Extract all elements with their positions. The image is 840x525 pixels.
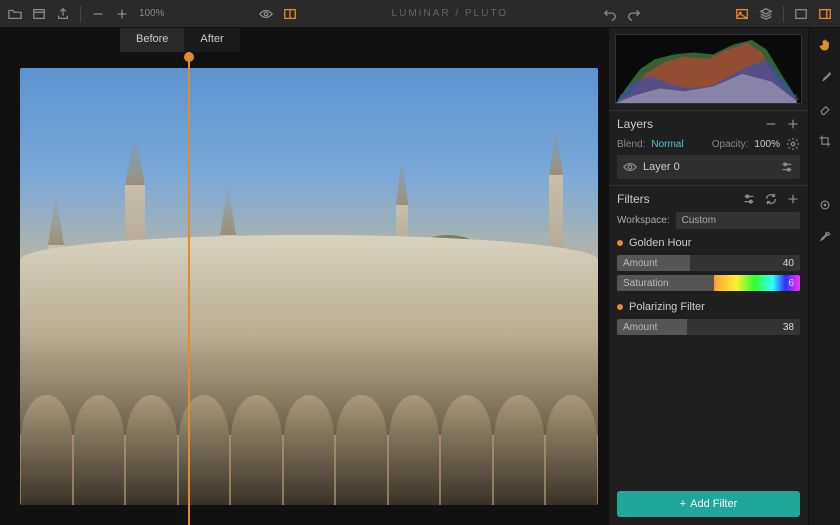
layer-settings-icon[interactable] [786, 137, 800, 151]
side-panel-icon[interactable] [818, 7, 832, 21]
filters-preset-icon[interactable] [742, 192, 756, 206]
add-filter-label: Add Filter [690, 498, 737, 510]
compare-icon[interactable] [283, 7, 297, 21]
compare-slider[interactable] [188, 52, 190, 525]
workspace-label: Workspace: [617, 215, 670, 226]
filters-panel: Filters Workspace: Custom Golden Hour [609, 185, 808, 483]
slider-amount[interactable]: Amount 40 [617, 255, 800, 271]
slider-value: 38 [783, 322, 800, 333]
blend-label: Blend: [617, 139, 645, 150]
preview-eye-icon[interactable] [259, 7, 273, 21]
add-filter-button[interactable]: + Add Filter [617, 491, 800, 517]
share-icon[interactable] [56, 7, 70, 21]
slider-label: Amount [617, 322, 657, 333]
filter-enabled-dot-icon[interactable] [617, 304, 623, 310]
visibility-eye-icon[interactable] [623, 160, 637, 174]
histogram[interactable]: △ △ [615, 34, 802, 104]
app-title: LUMINAR / PLUTO [392, 8, 509, 19]
slider-amount[interactable]: Amount 38 [617, 319, 800, 335]
single-view-icon[interactable] [794, 7, 808, 21]
zoom-out-icon[interactable] [91, 7, 105, 21]
filters-refresh-icon[interactable] [764, 192, 778, 206]
plus-icon: + [680, 498, 686, 510]
layer-name: Layer 0 [643, 161, 774, 173]
filter-block-golden-hour: Golden Hour Amount 40 Saturation 6 [617, 237, 800, 291]
slider-value: 6 [788, 278, 800, 289]
mask-tool-icon[interactable] [816, 164, 834, 182]
main-area: Before After [0, 28, 840, 525]
hand-tool-icon[interactable] [816, 36, 834, 54]
recent-icon[interactable] [32, 7, 46, 21]
slider-label: Amount [617, 258, 657, 269]
filter-header[interactable]: Polarizing Filter [617, 301, 800, 313]
filter-header[interactable]: Golden Hour [617, 237, 800, 249]
crop-tool-icon[interactable] [816, 132, 834, 150]
layers-title: Layers [617, 117, 653, 131]
filter-block-polarizing: Polarizing Filter Amount 38 [617, 301, 800, 335]
undo-icon[interactable] [603, 7, 617, 21]
layers-panel: Layers Blend: Normal Opacity: 100% Layer… [609, 110, 808, 185]
right-panel: △ △ Layers Blend: Normal Opacity: 100% L… [608, 28, 808, 525]
before-tab[interactable]: Before [120, 28, 184, 52]
redo-icon[interactable] [627, 7, 641, 21]
open-folder-icon[interactable] [8, 7, 22, 21]
filter-name: Golden Hour [629, 237, 691, 249]
eyedropper-tool-icon[interactable] [816, 228, 834, 246]
tool-sidebar [808, 28, 840, 525]
slider-label: Saturation [617, 278, 669, 289]
slider-saturation[interactable]: Saturation 6 [617, 275, 800, 291]
blend-mode[interactable]: Normal [651, 139, 683, 150]
layers-menu-icon[interactable] [764, 117, 778, 131]
brush-tool-icon[interactable] [816, 68, 834, 86]
filter-enabled-dot-icon[interactable] [617, 240, 623, 246]
clone-tool-icon[interactable] [816, 196, 834, 214]
zoom-in-icon[interactable] [115, 7, 129, 21]
highlight-clip-icon[interactable]: △ [793, 92, 799, 101]
add-filter-plus-icon[interactable] [786, 192, 800, 206]
layer-adjust-icon[interactable] [780, 160, 794, 174]
opacity-label: Opacity: [712, 139, 749, 150]
layers-mode-icon[interactable] [759, 7, 773, 21]
slider-value: 40 [783, 258, 800, 269]
photo-preview [20, 68, 598, 505]
add-layer-icon[interactable] [786, 117, 800, 131]
filter-name: Polarizing Filter [629, 301, 705, 313]
filters-title: Filters [617, 192, 650, 206]
zoom-level[interactable]: 100% [139, 8, 165, 19]
top-toolbar: 100% LUMINAR / PLUTO [0, 0, 840, 28]
canvas[interactable]: Before After [0, 28, 608, 525]
opacity-value[interactable]: 100% [754, 139, 780, 150]
image-mode-icon[interactable] [735, 7, 749, 21]
workspace-select[interactable]: Custom [676, 212, 800, 229]
compare-tabs: Before After [120, 28, 240, 52]
layer-item[interactable]: Layer 0 [617, 155, 800, 179]
eraser-tool-icon[interactable] [816, 100, 834, 118]
after-tab[interactable]: After [184, 28, 239, 52]
shadow-clip-icon[interactable]: △ [618, 92, 624, 101]
